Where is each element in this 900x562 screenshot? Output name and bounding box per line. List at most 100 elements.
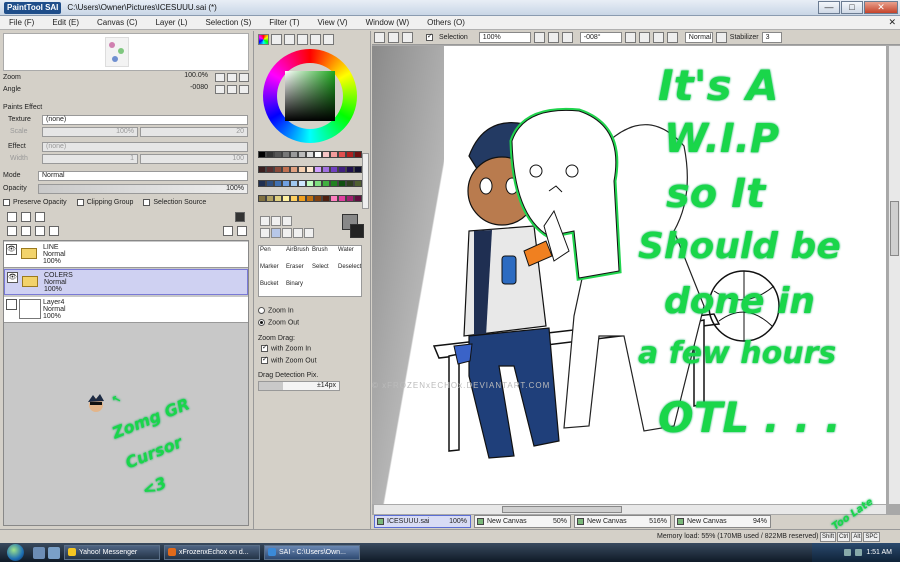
clipping-group-checkbox[interactable] [76,199,84,206]
scratchpad-tab-icon[interactable] [310,34,321,45]
color-swatch[interactable] [298,180,306,187]
rotate-reset-button[interactable] [239,85,249,94]
vertical-scrollbar[interactable] [888,46,900,504]
scale-slider[interactable]: 100% [42,127,138,137]
color-swatch[interactable] [298,151,306,158]
horizontal-scrollbar[interactable] [374,504,886,514]
color-swatch[interactable] [298,194,306,202]
width-strength[interactable]: 100 [140,154,248,164]
clear-layer-icon[interactable] [35,226,45,236]
brush-water[interactable]: Water [337,246,363,263]
hand-tool-icon[interactable] [293,228,303,238]
layer-row-colers[interactable]: 👁 COLERS Normal 100% [4,269,248,295]
delete-layer-icon[interactable] [49,226,59,236]
with-zoom-out-option[interactable]: with Zoom Out [261,355,317,364]
color-swatch[interactable] [306,194,314,202]
brush-eraser[interactable]: Eraser [285,263,311,280]
color-swatch[interactable] [306,180,314,187]
visibility-eye-icon[interactable]: 👁 [6,244,17,255]
color-swatch[interactable] [346,180,354,187]
color-swatch[interactable] [322,180,330,187]
rectangle-select-icon[interactable] [374,32,385,43]
color-swatch[interactable] [266,165,274,173]
new-linework-icon[interactable] [21,212,31,222]
color-swatch[interactable] [338,165,346,173]
menu-file[interactable]: File (F) [0,18,43,27]
color-swatches[interactable] [258,151,362,209]
zoom-out-icon[interactable] [533,32,545,43]
menu-selection[interactable]: Selection (S) [196,18,260,27]
color-swatch[interactable] [290,151,298,158]
with-zoom-in-checkbox[interactable] [261,343,268,352]
saturation-value-square[interactable] [285,71,335,121]
zoom-tool-icon[interactable] [271,228,281,238]
with-zoom-in-option[interactable]: with Zoom In [261,343,311,352]
color-swatch[interactable] [274,194,282,202]
layer-row-layer4[interactable]: Layer4 Normal 100% [4,297,248,323]
clock[interactable]: 1:51 AM [866,549,892,556]
color-swatch[interactable] [290,165,298,173]
move-icon[interactable] [260,228,270,238]
menu-layer[interactable]: Layer (L) [146,18,196,27]
color-swatch[interactable] [338,151,346,158]
color-swatch[interactable] [282,180,290,187]
swatch-scrollbar[interactable] [362,153,369,209]
minimize-button[interactable]: — [818,1,840,14]
brush-airbrush[interactable]: AirBrush [285,246,311,263]
menu-filter[interactable]: Filter (T) [260,18,308,27]
zoom-in-option[interactable]: Zoom In [258,307,294,314]
color-swatch[interactable] [346,165,354,173]
navigator-preview[interactable] [3,33,249,71]
color-swatch[interactable] [330,180,338,187]
rotate-reset-icon[interactable] [652,32,664,43]
color-swatch[interactable] [290,180,298,187]
menu-edit[interactable]: Edit (E) [43,18,88,27]
lasso-icon[interactable] [271,216,281,226]
color-wheel[interactable] [263,49,357,143]
menu-window[interactable]: Window (W) [357,18,419,27]
horizontal-scroll-thumb[interactable] [502,506,622,513]
visibility-eye-icon[interactable] [6,299,17,310]
palette-tab-icon[interactable] [297,34,308,45]
menu-canvas[interactable]: Canvas (C) [88,18,146,27]
color-swatch[interactable] [306,151,314,158]
task-yahoo-messenger[interactable]: Yahoo! Messenger [64,545,160,560]
hsv-slider-tab-icon[interactable] [284,34,295,45]
visibility-eye-icon[interactable]: 👁 [7,272,18,283]
color-swatch[interactable] [290,194,298,202]
rgb-slider-tab-icon[interactable] [271,34,282,45]
rotate-right-icon[interactable] [638,32,650,43]
color-swatch[interactable] [274,165,282,173]
color-swatch[interactable] [258,180,266,187]
maximize-button[interactable]: □ [841,1,863,14]
color-swatch[interactable] [322,165,330,173]
color-swatch[interactable] [306,165,314,173]
flip-icon[interactable] [666,32,678,43]
canvas-tab-icesuuu[interactable]: ICESUUU.sai 100% [374,515,471,528]
preserve-opacity-checkbox[interactable] [3,199,10,206]
color-swatch[interactable] [282,194,290,202]
color-swatch[interactable] [258,165,266,173]
volume-icon[interactable] [855,549,863,556]
color-swatch[interactable] [266,180,274,187]
stabilizer-icon[interactable] [715,32,727,43]
color-swatch[interactable] [322,194,330,202]
apply-mask-icon[interactable] [223,226,233,236]
zoom-out-radio[interactable] [258,319,265,326]
color-swatch[interactable] [282,151,290,158]
close-document-button[interactable]: ✕ [888,17,896,28]
texture-select[interactable]: (none) [42,115,248,125]
canvas-tab-new-3[interactable]: New Canvas 94% [674,515,771,528]
layer-row-line[interactable]: 👁 LINE Normal 100% [4,242,248,268]
color-swatch[interactable] [330,165,338,173]
brush-pen[interactable]: Pen [259,246,285,263]
rotate-left-icon[interactable] [624,32,636,43]
deselect-icon[interactable] [402,32,413,43]
color-swatch[interactable] [274,151,282,158]
color-swatch[interactable] [274,180,282,187]
color-swatch[interactable] [282,165,290,173]
color-swatch[interactable] [314,194,322,202]
color-swatch[interactable] [266,151,274,158]
zoom-fit-icon[interactable] [561,32,573,43]
zoom-out-option[interactable]: Zoom Out [258,319,299,326]
